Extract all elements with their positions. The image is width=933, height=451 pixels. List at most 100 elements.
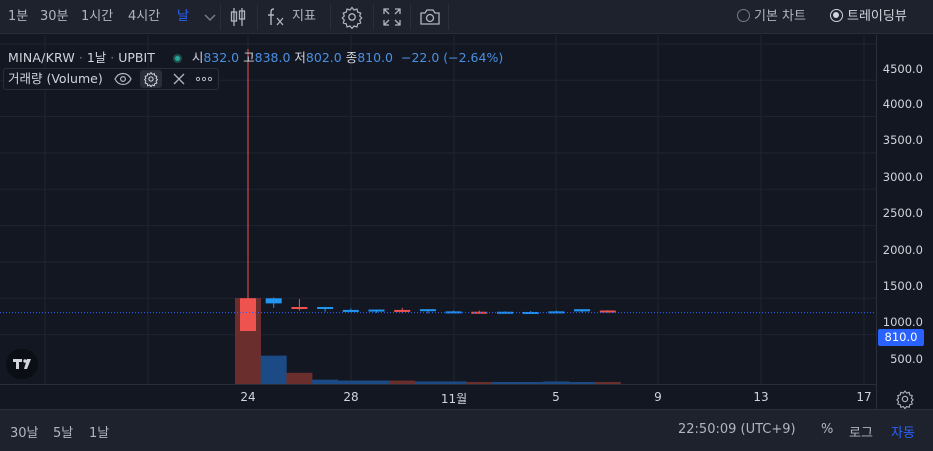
candle-body [291, 307, 308, 310]
open-value: 832.0 [203, 50, 240, 65]
price-tick: 2500.0 [882, 206, 923, 220]
price-tick: 4500.0 [882, 62, 923, 76]
close-value: 810.0 [357, 50, 394, 65]
divider [257, 4, 258, 30]
chart-type-basic-label: 기본 차트 [754, 9, 806, 24]
candle-body [599, 310, 616, 313]
candle-body [317, 307, 334, 310]
axis-settings-icon[interactable] [895, 389, 915, 409]
price-tick: 4000.0 [882, 97, 923, 111]
candle-body [342, 309, 359, 312]
tradingview-logo-icon [13, 359, 31, 369]
price-tick: 3500.0 [882, 133, 923, 147]
candle-body [265, 298, 282, 304]
interval-day[interactable]: 날 [177, 0, 189, 34]
fullscreen-icon[interactable] [380, 5, 404, 29]
interval-1m[interactable]: 1분 [8, 0, 28, 34]
time-tick: 28 [343, 390, 359, 404]
radio-off-icon [737, 9, 750, 22]
time-tick: 17 [856, 390, 872, 404]
divider [448, 4, 449, 30]
fx-icon[interactable] [264, 5, 288, 29]
volume-bar [569, 382, 596, 384]
price-tick: 1000.0 [882, 315, 923, 329]
candle-body [574, 309, 591, 312]
candle-body [240, 298, 256, 332]
close-icon[interactable] [170, 71, 188, 87]
top-toolbar: 1분 30분 1시간 4시간 날 지표 기본 차트 트레이딩뷰 [0, 0, 933, 34]
bottom-toolbar: 30날 5날 1날 22:50:09 (UTC+9) % 로그 자동 [0, 409, 933, 451]
legend-exchange: UPBIT [118, 50, 155, 65]
candles-icon[interactable] [226, 5, 250, 29]
volume-bar [414, 381, 441, 384]
time-tick: 9 [654, 390, 662, 404]
radio-on-icon [830, 9, 843, 22]
candle-body [548, 311, 565, 314]
interval-4h[interactable]: 4시간 [128, 0, 160, 34]
change-value: −22.0 (−2.64%) [401, 50, 504, 65]
auto-scale-button[interactable]: 자동 [891, 422, 915, 441]
low-value: 802.0 [305, 50, 342, 65]
gear-icon[interactable] [340, 5, 364, 29]
time-tick: 11월 [440, 392, 468, 406]
volume-bar [363, 380, 390, 384]
market-status-icon [172, 54, 182, 63]
volume-indicator-label: 거래량 (Volume) [8, 71, 103, 86]
divider [373, 4, 374, 30]
symbol-legend: MINA/KRW · 1날 · UPBIT 시832.0 고838.0 저802… [8, 50, 504, 65]
time-tick: 5 [552, 390, 560, 404]
volume-bar [337, 380, 364, 384]
divider [330, 4, 331, 30]
volume-bar [389, 380, 416, 384]
more-icon[interactable] [195, 71, 213, 87]
chart-type-basic[interactable]: 기본 차트 [737, 0, 806, 34]
gear-icon [143, 71, 159, 87]
volume-bar [440, 381, 467, 384]
volume-bar [594, 382, 621, 384]
candle-body [471, 311, 488, 314]
clock[interactable]: 22:50:09 (UTC+9) [678, 422, 796, 437]
volume-bar [260, 355, 287, 384]
legend-interval: 1날 [86, 50, 107, 65]
interval-1h[interactable]: 1시간 [81, 0, 113, 34]
candle-body [419, 309, 436, 312]
volume-bar [543, 381, 570, 384]
price-tick: 3000.0 [882, 170, 923, 184]
chart-type-tradingview-label: 트레이딩뷰 [847, 9, 907, 24]
log-scale-button[interactable]: 로그 [849, 422, 873, 441]
tradingview-logo[interactable] [6, 349, 38, 379]
open-label: 시 [191, 50, 204, 65]
percent-scale-button[interactable]: % [821, 422, 833, 437]
volume-bar [517, 382, 544, 384]
divider [410, 4, 411, 30]
range-5d[interactable]: 5날 [53, 422, 73, 441]
eye-icon[interactable] [114, 71, 132, 87]
range-30d[interactable]: 30날 [10, 422, 39, 441]
volume-bar [466, 382, 493, 384]
close-label: 종 [345, 50, 358, 65]
indicators-button[interactable]: 지표 [292, 0, 316, 34]
chevron-down-icon[interactable] [198, 5, 222, 29]
range-1d[interactable]: 1날 [89, 422, 109, 441]
volume-indicator-legend[interactable]: 거래량 (Volume) [3, 68, 219, 90]
price-tick: 500.0 [890, 352, 923, 366]
high-label: 고 [243, 50, 255, 65]
chart-type-tradingview[interactable]: 트레이딩뷰 [830, 0, 907, 34]
time-tick: 13 [753, 390, 769, 404]
low-label: 저 [294, 50, 306, 65]
interval-30m[interactable]: 30분 [40, 0, 69, 34]
volume-bar [492, 382, 518, 384]
symbol-name[interactable]: MINA/KRW [8, 50, 75, 65]
camera-icon[interactable] [418, 5, 442, 29]
high-value: 838.0 [254, 50, 291, 65]
price-tick: 1500.0 [882, 279, 923, 293]
candle-body [368, 309, 385, 312]
candle-body [394, 309, 411, 312]
volume-bar [312, 379, 339, 384]
volume-bar [286, 372, 313, 384]
divider [220, 4, 221, 30]
last-price-label: 810.0 [878, 329, 924, 346]
settings-button[interactable] [140, 70, 162, 88]
time-tick: 24 [240, 390, 256, 404]
price-chart[interactable] [0, 35, 931, 409]
